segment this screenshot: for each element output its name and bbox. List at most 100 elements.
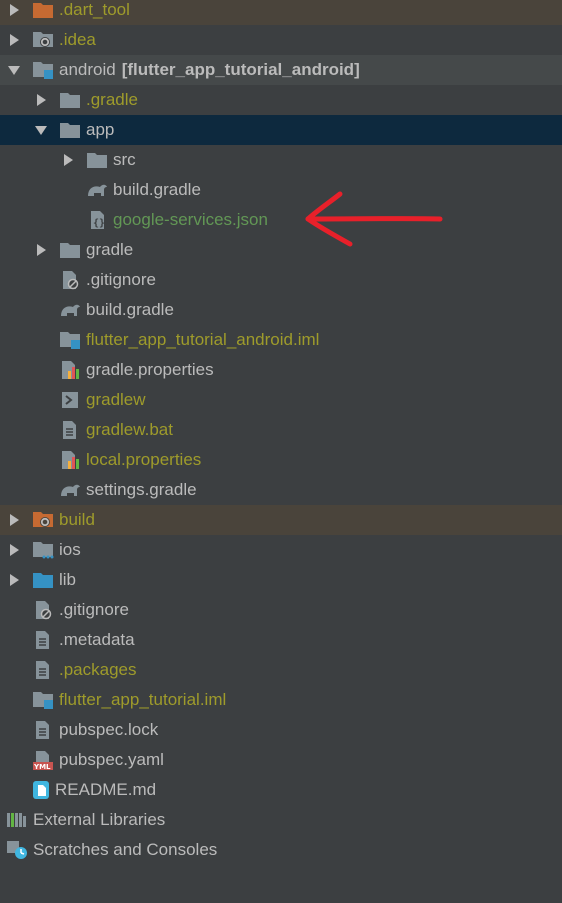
tree-item-label: lib: [59, 570, 77, 589]
folder-icon: [59, 120, 81, 140]
iml-icon: [32, 690, 54, 710]
properties-icon: [59, 360, 81, 380]
svg-text:YML: YML: [33, 763, 51, 770]
tree-item-label: local.properties: [86, 450, 202, 469]
tree-item-packages[interactable]: .packages: [0, 655, 562, 685]
tree-item-label: External Libraries: [33, 810, 166, 829]
source-folder-icon: [32, 570, 54, 590]
json-icon: {}: [86, 210, 108, 230]
text-file-icon: [59, 420, 81, 440]
tree-item-metadata[interactable]: .metadata: [0, 625, 562, 655]
tree-item-android[interactable]: android [flutter_app_tutorial_android]: [0, 55, 562, 85]
tree-item-gradlew-bat[interactable]: gradlew.bat: [0, 415, 562, 445]
chevron-right-icon[interactable]: [6, 542, 22, 558]
tree-item-ios[interactable]: ios: [0, 535, 562, 565]
libraries-icon: [6, 810, 28, 830]
svg-text:{}: {}: [93, 218, 105, 229]
tree-item-label: .metadata: [59, 630, 135, 649]
chevron-right-icon[interactable]: [6, 512, 22, 528]
tree-item-label: gradlew: [86, 390, 146, 409]
tree-item-android-iml[interactable]: flutter_app_tutorial_android.iml: [0, 325, 562, 355]
tree-item-root-gitignore[interactable]: .gitignore: [0, 595, 562, 625]
tree-item-android-gitignore[interactable]: .gitignore: [0, 265, 562, 295]
text-file-icon: [32, 660, 54, 680]
tree-item-pubspec-yaml[interactable]: YML pubspec.yaml: [0, 745, 562, 775]
chevron-right-icon[interactable]: [60, 152, 76, 168]
scratches-icon: [6, 840, 28, 860]
tree-item-label: src: [113, 150, 136, 169]
tree-item-readme[interactable]: README.md: [0, 775, 562, 805]
tree-item-label: .gitignore: [86, 270, 156, 289]
tree-item-label: .gitignore: [59, 600, 129, 619]
tree-item-label: settings.gradle: [86, 480, 197, 499]
tree-item-external-libraries[interactable]: External Libraries: [0, 805, 562, 835]
chevron-right-icon[interactable]: [33, 242, 49, 258]
chevron-right-icon[interactable]: [6, 2, 22, 18]
tree-item-root-iml[interactable]: flutter_app_tutorial.iml: [0, 685, 562, 715]
tree-item-gradlew[interactable]: gradlew: [0, 385, 562, 415]
gradle-icon: [86, 180, 108, 200]
tree-item-lib[interactable]: lib: [0, 565, 562, 595]
tree-item-idea[interactable]: .idea: [0, 25, 562, 55]
tree-item-gradle-dir[interactable]: .gradle: [0, 85, 562, 115]
tree-item-label: .dart_tool: [59, 0, 130, 19]
folder-icon: [59, 240, 81, 260]
idea-folder-icon: [32, 30, 54, 50]
tree-item-label: Scratches and Consoles: [33, 840, 218, 859]
tree-item-label: ios: [59, 540, 81, 559]
chevron-right-icon[interactable]: [6, 32, 22, 48]
tree-item-label: android: [59, 60, 116, 79]
chevron-right-icon[interactable]: [6, 572, 22, 588]
tree-item-app-build-gradle[interactable]: build.gradle: [0, 175, 562, 205]
tree-item-label: README.md: [55, 780, 157, 799]
gitignore-icon: [59, 270, 81, 290]
tree-item-label: gradle: [86, 240, 134, 259]
red-arrow-annotation: [305, 191, 443, 247]
folder-icon: [59, 90, 81, 110]
tree-item-android-build-gradle[interactable]: build.gradle: [0, 295, 562, 325]
tree-item-local-properties[interactable]: local.properties: [0, 445, 562, 475]
tree-item-label: app: [86, 120, 115, 139]
tree-item-label: .packages: [59, 660, 137, 679]
tree-item-dart-tool[interactable]: .dart_tool: [0, 0, 562, 25]
markdown-icon: [32, 780, 50, 800]
gitignore-icon: [32, 600, 54, 620]
tree-item-scratches[interactable]: Scratches and Consoles: [0, 835, 562, 865]
properties-icon: [59, 450, 81, 470]
text-file-icon: [32, 720, 54, 740]
tree-item-build[interactable]: build: [0, 505, 562, 535]
tree-item-label: gradle.properties: [86, 360, 214, 379]
terminal-icon: [59, 390, 81, 410]
tree-item-src[interactable]: src: [0, 145, 562, 175]
tree-item-gradle-folder[interactable]: gradle: [0, 235, 562, 265]
chevron-down-icon[interactable]: [6, 62, 22, 78]
tree-item-settings-gradle[interactable]: settings.gradle: [0, 475, 562, 505]
tree-item-pubspec-lock[interactable]: pubspec.lock: [0, 715, 562, 745]
excluded-folder-icon: [32, 510, 54, 530]
chevron-right-icon[interactable]: [33, 92, 49, 108]
ios-folder-icon: [32, 540, 54, 560]
tree-item-gradle-properties[interactable]: gradle.properties: [0, 355, 562, 385]
project-tree: .dart_tool .idea android [flutter_app_tu…: [0, 0, 562, 865]
gradle-icon: [59, 480, 81, 500]
folder-icon: [86, 150, 108, 170]
yaml-icon: YML: [32, 750, 54, 770]
tree-item-label: pubspec.yaml: [59, 750, 164, 769]
chevron-down-icon[interactable]: [33, 122, 49, 138]
text-file-icon: [32, 630, 54, 650]
tree-item-label: build.gradle: [113, 180, 201, 199]
gradle-icon: [59, 300, 81, 320]
module-name-label: [flutter_app_tutorial_android]: [121, 60, 360, 79]
tree-item-label: build.gradle: [86, 300, 174, 319]
tree-item-label: build: [59, 510, 95, 529]
tree-item-label: .gradle: [86, 90, 138, 109]
iml-icon: [59, 330, 81, 350]
tree-item-google-services-json[interactable]: {} google-services.json: [0, 205, 562, 235]
tree-item-label: pubspec.lock: [59, 720, 159, 739]
tree-item-label: gradlew.bat: [86, 420, 173, 439]
module-folder-icon: [32, 60, 54, 80]
folder-icon: [32, 0, 54, 20]
tree-item-app[interactable]: app: [0, 115, 562, 145]
tree-item-label: .idea: [59, 30, 96, 49]
tree-item-label: flutter_app_tutorial_android.iml: [86, 330, 320, 349]
